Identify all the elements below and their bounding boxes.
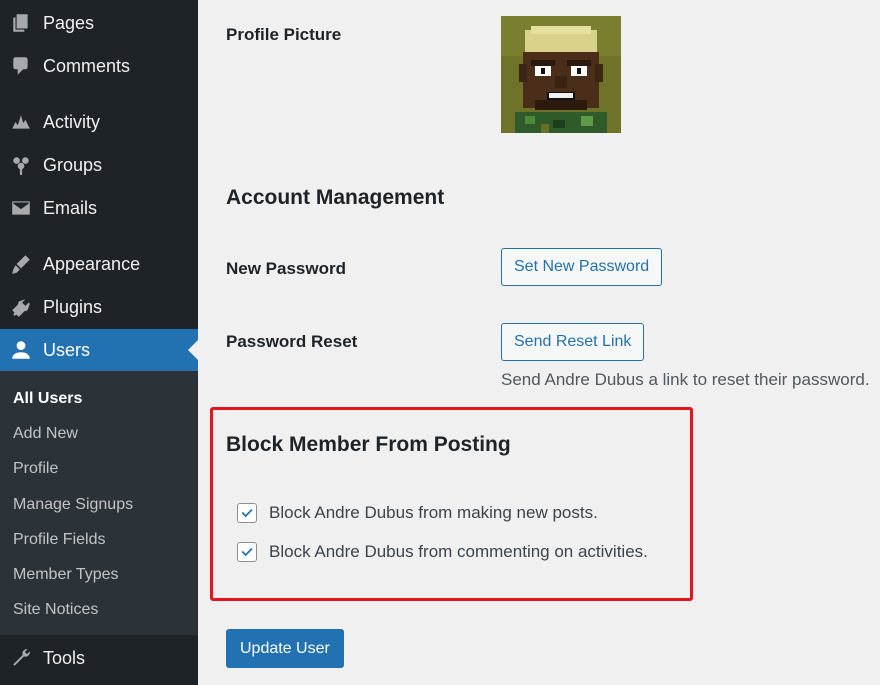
profile-picture-label: Profile Picture — [226, 25, 342, 44]
password-reset-label: Password Reset — [226, 332, 358, 351]
submenu-profile-fields[interactable]: Profile Fields — [13, 531, 105, 549]
block-posts-checkbox[interactable] — [237, 503, 257, 523]
users-icon — [9, 338, 33, 362]
groups-icon — [9, 153, 33, 177]
sidebar-item-groups[interactable]: Groups — [0, 144, 198, 186]
sidebar-item-appearance[interactable]: Appearance — [0, 243, 198, 285]
submenu-all-users[interactable]: All Users — [13, 390, 82, 408]
pages-icon — [9, 11, 33, 35]
checkmark-icon — [241, 509, 253, 518]
new-password-label: New Password — [226, 259, 346, 278]
sidebar-item-label: Plugins — [43, 296, 103, 317]
block-comments-checkbox[interactable] — [237, 542, 257, 562]
sidebar-item-label: Pages — [43, 12, 95, 33]
checkmark-icon — [241, 548, 253, 557]
sidebar-item-pages[interactable]: Pages — [0, 2, 198, 44]
users-submenu: All Users Add New Profile Manage Signups… — [0, 371, 198, 635]
sidebar-item-label: Groups — [43, 154, 103, 175]
sidebar-item-tools[interactable]: Tools — [0, 637, 198, 679]
block-member-title: Block Member From Posting — [226, 433, 511, 456]
sidebar-item-label: Comments — [43, 55, 131, 76]
sidebar-item-label: Emails — [43, 197, 98, 218]
block-comments-option[interactable]: Block Andre Dubus from commenting on act… — [237, 542, 648, 562]
set-new-password-button[interactable]: Set New Password — [501, 248, 663, 286]
account-management-title: Account Management — [226, 186, 445, 209]
sidebar-item-emails[interactable]: Emails — [0, 187, 198, 229]
sidebar-item-activity[interactable]: Activity — [0, 101, 198, 143]
submenu-profile[interactable]: Profile — [13, 460, 58, 478]
pixel-avatar-image — [501, 16, 621, 133]
send-reset-link-button[interactable]: Send Reset Link — [501, 323, 645, 361]
sidebar-item-label: Tools — [43, 647, 86, 668]
tools-icon — [9, 646, 33, 670]
avatar — [501, 16, 621, 133]
sidebar-item-label: Users — [43, 339, 91, 360]
comments-icon — [9, 54, 33, 78]
password-reset-description: Send Andre Dubus a link to reset their p… — [501, 370, 870, 389]
submenu-add-new[interactable]: Add New — [13, 425, 78, 443]
block-posts-option[interactable]: Block Andre Dubus from making new posts. — [237, 503, 598, 523]
emails-icon — [9, 196, 33, 220]
sidebar-item-comments[interactable]: Comments — [0, 45, 198, 87]
block-posts-label: Block Andre Dubus from making new posts. — [269, 503, 598, 522]
submenu-manage-signups[interactable]: Manage Signups — [13, 496, 133, 514]
update-user-button[interactable]: Update User — [226, 629, 344, 668]
admin-sidebar: Pages Comments Activity Groups Emails Ap… — [0, 0, 198, 685]
plugins-icon — [9, 295, 33, 319]
block-comments-label: Block Andre Dubus from commenting on act… — [269, 542, 648, 561]
sidebar-item-label: Activity — [43, 111, 101, 132]
sidebar-item-plugins[interactable]: Plugins — [0, 286, 198, 328]
appearance-icon — [9, 252, 33, 276]
sidebar-item-label: Appearance — [43, 253, 141, 274]
submenu-site-notices[interactable]: Site Notices — [13, 601, 98, 619]
submenu-member-types[interactable]: Member Types — [13, 566, 119, 584]
sidebar-item-users[interactable]: Users — [0, 329, 198, 371]
activity-icon — [9, 110, 33, 134]
